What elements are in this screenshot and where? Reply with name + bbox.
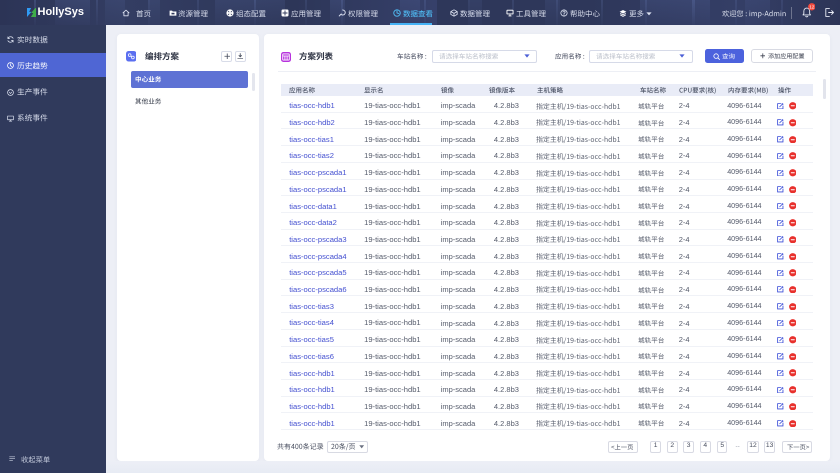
svg-text:12: 12 [809,5,815,10]
